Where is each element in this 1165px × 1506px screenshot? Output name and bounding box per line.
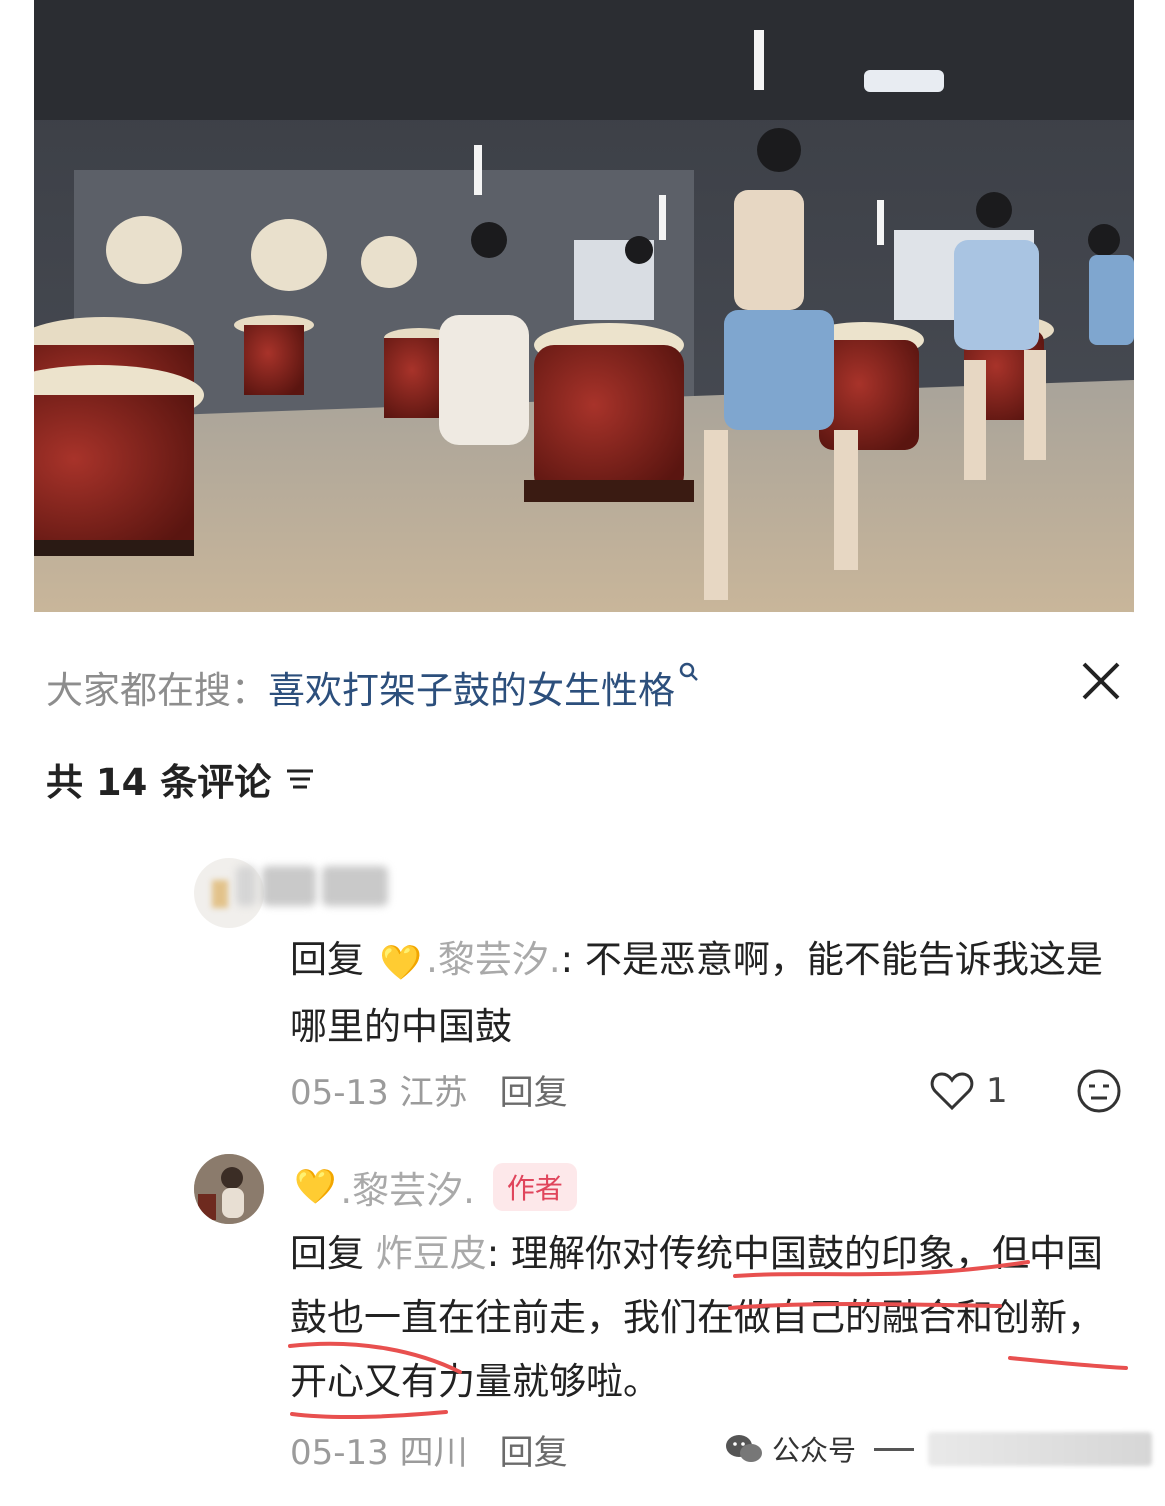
red-underline-marks [288,1260,1128,1420]
reply-button[interactable]: 回复 [500,1425,568,1474]
watermark-account-redacted [928,1432,1153,1466]
wechat-icon [726,1435,762,1462]
comment-date-location: 05-13 四川 [290,1432,468,1473]
comment-meta: 05-13 四川 回复 [290,1425,568,1474]
wechat-watermark: 公众号 [724,1424,1153,1474]
watermark-label: 公众号 [772,1434,857,1467]
